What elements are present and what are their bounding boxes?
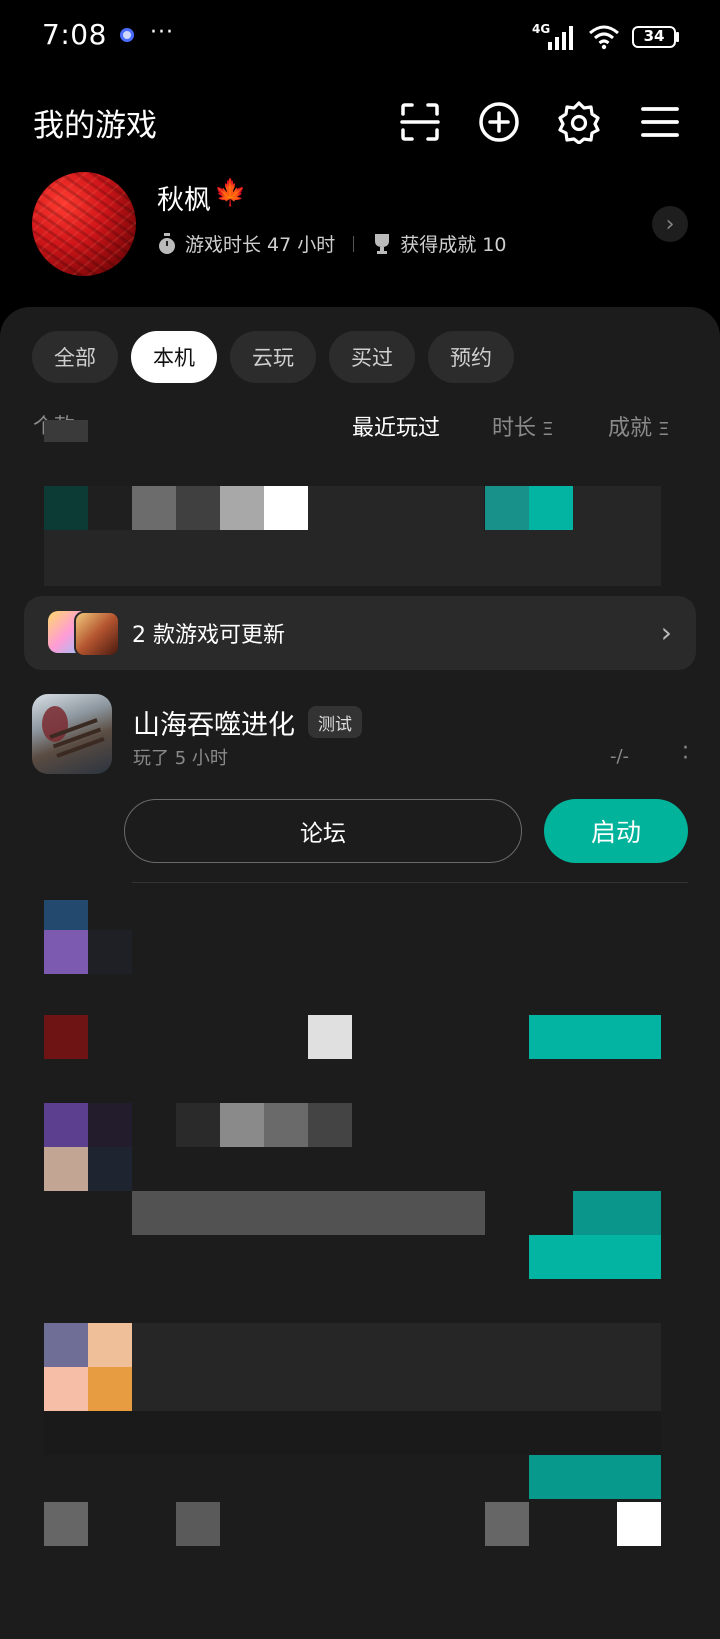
game-title[interactable]: 山海吞噬进化 [133, 703, 295, 742]
mosaic-block [485, 1502, 529, 1546]
battery-level-text: 34 [643, 27, 665, 45]
achievements-text: 获得成就 10 [400, 234, 507, 256]
mosaic-block [88, 930, 132, 974]
game-rating: -/- [610, 746, 630, 767]
game-icon[interactable] [32, 694, 112, 774]
mosaic-block [44, 1411, 661, 1455]
forum-button[interactable]: 论坛 [124, 799, 522, 863]
mosaic-block [617, 1502, 661, 1546]
wifi-icon [589, 25, 619, 50]
battery-nub [676, 32, 679, 42]
test-badge: 测试 [308, 706, 362, 738]
mosaic-block [44, 1015, 88, 1059]
tab-cloud[interactable]: 云玩 [230, 331, 316, 383]
mosaic-block [220, 486, 264, 530]
tab-reserved[interactable]: 预约 [428, 331, 514, 383]
scan-icon [400, 103, 440, 141]
tab-purchased[interactable]: 买过 [329, 331, 415, 383]
mosaic-block [573, 1191, 661, 1235]
update-banner[interactable]: 2 款游戏可更新 › [24, 596, 696, 670]
mosaic-block [44, 900, 88, 930]
stat-divider [353, 235, 355, 252]
menu-button[interactable] [638, 100, 682, 144]
notification-app-icon [120, 28, 134, 42]
mosaic-block [220, 1103, 264, 1147]
signal-icon [548, 26, 573, 50]
launch-button[interactable]: 启动 [544, 799, 688, 863]
mosaic-block [308, 1015, 352, 1059]
chevron-right-icon: › [660, 616, 672, 649]
trophy-icon [375, 233, 390, 254]
mosaic-block [308, 1103, 352, 1147]
mosaic-block [88, 1323, 132, 1367]
mosaic-block [485, 486, 529, 530]
maple-leaf-icon: 🍁 [214, 178, 247, 208]
play-time-text: 游戏时长 47 小时 [185, 234, 336, 256]
mosaic-block [573, 486, 661, 530]
update-game-icons [48, 609, 120, 657]
mosaic-block [44, 420, 88, 442]
game-thumbnail [74, 611, 120, 657]
more-notifications-icon: ··· [150, 20, 174, 45]
profile-stats: 游戏时长 47 小时 获得成就 10 [157, 230, 506, 257]
settings-icon [558, 101, 600, 144]
add-game-button[interactable] [477, 100, 521, 144]
update-banner-text: 2 款游戏可更新 [132, 623, 285, 648]
more-options-icon[interactable]: · · [682, 738, 689, 770]
scan-button[interactable] [398, 100, 442, 144]
mosaic-block [88, 1367, 132, 1411]
mosaic-region-bottom [0, 895, 720, 1639]
tab-local[interactable]: 本机 [131, 331, 217, 383]
mosaic-block [132, 1191, 485, 1235]
menu-icon [641, 107, 679, 137]
mosaic-block [44, 1147, 88, 1191]
battery-icon: 34 [632, 26, 676, 48]
divider [132, 882, 688, 883]
mosaic-block [176, 1502, 220, 1546]
mosaic-block [264, 1103, 308, 1147]
mosaic-block [529, 1235, 661, 1279]
mosaic-block [88, 1147, 132, 1191]
filter-tabs: 全部 本机 云玩 买过 预约 [32, 331, 514, 383]
mosaic-block [264, 486, 308, 530]
mosaic-block [529, 1015, 661, 1059]
profile-chevron-right-icon[interactable]: › [652, 206, 688, 242]
mosaic-block [132, 486, 176, 530]
play-time: 玩了 5 小时 [133, 748, 228, 769]
page-title: 我的游戏 [33, 108, 157, 144]
mosaic-block [44, 1103, 88, 1147]
mosaic-block [44, 530, 661, 586]
mosaic-region-top [0, 398, 720, 588]
mosaic-block [44, 1502, 88, 1546]
mosaic-block [44, 1323, 88, 1367]
username: 秋枫 [157, 185, 211, 216]
avatar[interactable] [32, 172, 136, 276]
tab-all[interactable]: 全部 [32, 331, 118, 383]
settings-button[interactable] [557, 100, 601, 144]
stopwatch-icon [159, 232, 175, 254]
mosaic-block [176, 1103, 220, 1147]
mosaic-block [44, 930, 88, 974]
mosaic-block [88, 1103, 132, 1147]
add-icon [479, 102, 519, 142]
mosaic-block [529, 1455, 661, 1499]
mosaic-block [529, 486, 573, 530]
mosaic-block [176, 486, 220, 530]
mosaic-block [44, 1367, 88, 1411]
mosaic-block [88, 486, 132, 530]
mosaic-block [308, 486, 484, 530]
status-time: 7:08 [42, 18, 107, 51]
